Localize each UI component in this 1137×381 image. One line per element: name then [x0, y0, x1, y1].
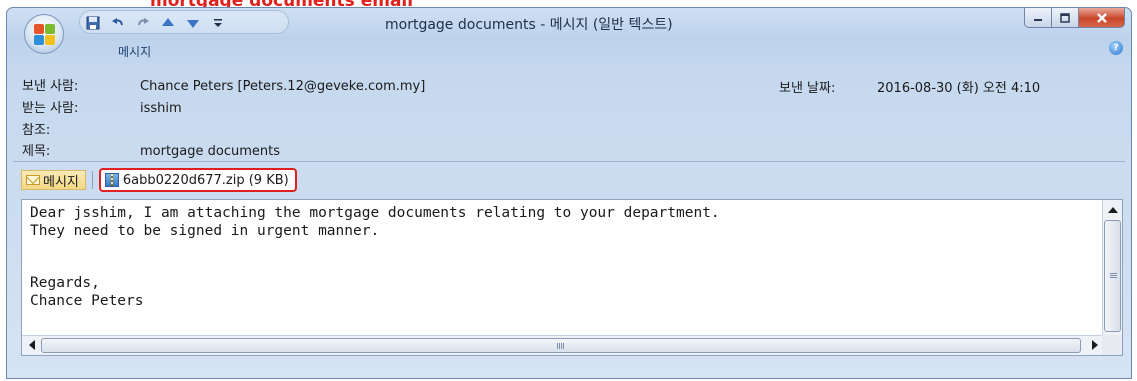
horizontal-scrollbar[interactable] — [22, 335, 1122, 355]
horizontal-scroll-thumb[interactable] — [41, 338, 1081, 353]
grip-icon — [557, 343, 564, 349]
to-value[interactable]: isshim — [140, 101, 182, 116]
subject-row: 제목: mortgage documents — [22, 140, 280, 159]
message-body-text: Dear jsshim, I am attaching the mortgage… — [30, 205, 720, 309]
maximize-icon — [1060, 12, 1070, 23]
help-icon[interactable]: ? — [1109, 41, 1123, 55]
to-label: 받는 사람: — [22, 101, 79, 116]
arrow-left-icon — [28, 340, 35, 350]
cc-row: 참조: — [22, 119, 140, 138]
zip-attachment-label: 6abb0220d677.zip (9 KB) — [122, 172, 289, 188]
vertical-scrollbar[interactable] — [1102, 200, 1122, 346]
customize-qat-icon[interactable] — [210, 15, 226, 31]
maximize-button[interactable] — [1052, 8, 1079, 28]
close-button[interactable] — [1079, 8, 1125, 28]
sent-row: 보낸 날짜: 2016-08-30 (화) 오전 4:10 — [779, 77, 1040, 96]
message-header: 보낸 사람: Chance Peters [Peters.12@geveke.co… — [7, 63, 1131, 163]
sent-value: 2016-08-30 (화) 오전 4:10 — [877, 81, 1041, 96]
message-view-label: 메시지 — [43, 174, 79, 190]
save-icon[interactable] — [85, 15, 101, 31]
grip-icon — [1110, 273, 1117, 279]
arrow-right-icon — [1091, 340, 1098, 350]
window-controls — [1024, 8, 1125, 28]
minimize-button[interactable] — [1024, 8, 1052, 28]
undo-icon[interactable] — [110, 15, 126, 31]
subject-value: mortgage documents — [140, 144, 281, 159]
quick-access-toolbar — [85, 12, 226, 34]
to-row: 받는 사람: isshim — [22, 97, 182, 116]
zip-attachment[interactable]: 6abb0220d677.zip (9 KB) — [98, 168, 297, 192]
sent-label: 보낸 날짜: — [779, 81, 836, 96]
redo-icon[interactable] — [135, 15, 151, 31]
attachment-bar: 메시지 6abb0220d677.zip (9 KB) — [21, 168, 297, 192]
from-label: 보낸 사람: — [22, 79, 79, 94]
attachment-separator — [91, 171, 93, 189]
scroll-up-button[interactable] — [1103, 201, 1122, 219]
title-bar: mortgage documents - 메시지 (일반 텍스트) — [7, 8, 1131, 54]
envelope-icon — [26, 175, 40, 185]
office-button[interactable] — [24, 14, 64, 54]
tab-message[interactable]: 메시지 — [118, 43, 151, 60]
message-view-button[interactable]: 메시지 — [21, 170, 86, 190]
from-row: 보낸 사람: Chance Peters [Peters.12@geveke.co… — [22, 75, 425, 94]
window-title: mortgage documents - 메시지 (일반 텍스트) — [385, 17, 673, 33]
header-divider — [13, 161, 1125, 162]
cc-label: 참조: — [22, 123, 51, 138]
scroll-left-button[interactable] — [22, 336, 41, 354]
subject-label: 제목: — [22, 144, 51, 159]
message-window: mortgage documents - 메시지 (일반 텍스트) 메시지 ? … — [6, 7, 1132, 379]
minimize-icon — [1034, 18, 1042, 21]
next-item-icon[interactable] — [185, 15, 201, 31]
vertical-scroll-thumb[interactable] — [1104, 220, 1121, 332]
office-logo-icon — [34, 24, 56, 46]
previous-item-icon[interactable] — [160, 15, 176, 31]
from-value[interactable]: Chance Peters [Peters.12@geveke.com.my] — [140, 79, 425, 94]
arrow-up-icon — [1107, 207, 1118, 213]
zip-file-icon — [104, 173, 119, 187]
ribbon-tab-bar: 메시지 ? — [7, 38, 1131, 60]
scrollbar-corner — [1102, 335, 1122, 355]
message-body[interactable]: Dear jsshim, I am attaching the mortgage… — [21, 199, 1123, 356]
close-icon — [1096, 12, 1107, 23]
